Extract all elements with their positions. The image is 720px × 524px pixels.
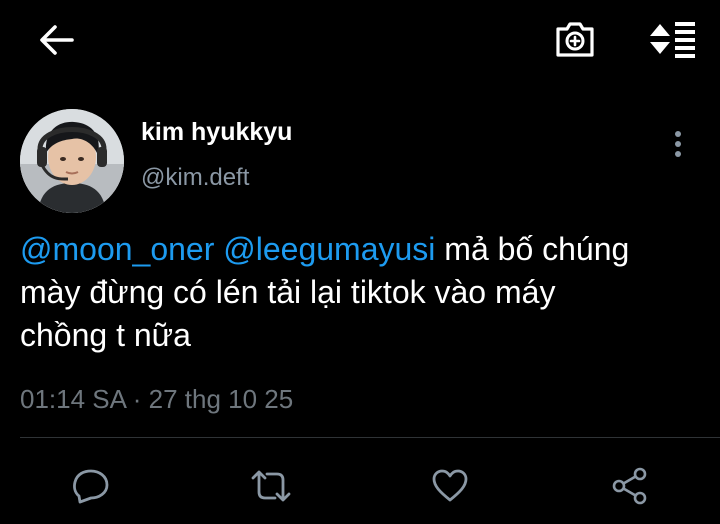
camera-plus-icon <box>556 22 594 57</box>
sort-button[interactable] <box>644 14 700 64</box>
like-button[interactable] <box>426 462 474 510</box>
camera-button[interactable] <box>550 14 600 64</box>
author-handle[interactable]: @kim.deft <box>141 164 249 192</box>
retweet-icon <box>251 470 291 502</box>
back-button[interactable] <box>34 18 78 62</box>
mention-link[interactable]: @moon_oner <box>20 231 214 267</box>
sort-lines-icon <box>650 22 695 58</box>
tweet-body-line: chồng t nữa <box>20 317 191 353</box>
arrow-left-icon <box>40 25 74 55</box>
retweet-button[interactable] <box>247 462 295 510</box>
share-icon <box>612 467 647 505</box>
tweet-body-line: mày đừng có lén tải lại tiktok vào máy <box>20 274 556 310</box>
tweet-text: @moon_oner @leegumayusi mả bố chúng mày đ… <box>20 228 710 357</box>
mention-link[interactable]: @leegumayusi <box>223 231 435 267</box>
tweet-body-line: mả bố chúng <box>444 231 630 267</box>
avatar-image <box>20 109 124 213</box>
more-vertical-icon <box>675 131 681 157</box>
share-button[interactable] <box>606 462 654 510</box>
reply-button[interactable] <box>67 462 115 510</box>
heart-icon <box>432 469 468 502</box>
top-bar <box>0 0 720 80</box>
tweet-timestamp: 01:14 SA · 27 thg 10 25 <box>20 384 294 414</box>
divider <box>20 437 720 438</box>
more-options-button[interactable] <box>664 124 692 164</box>
author-name[interactable]: kim hyukkyu <box>141 118 292 147</box>
comment-icon <box>73 469 109 504</box>
avatar[interactable] <box>20 109 124 213</box>
